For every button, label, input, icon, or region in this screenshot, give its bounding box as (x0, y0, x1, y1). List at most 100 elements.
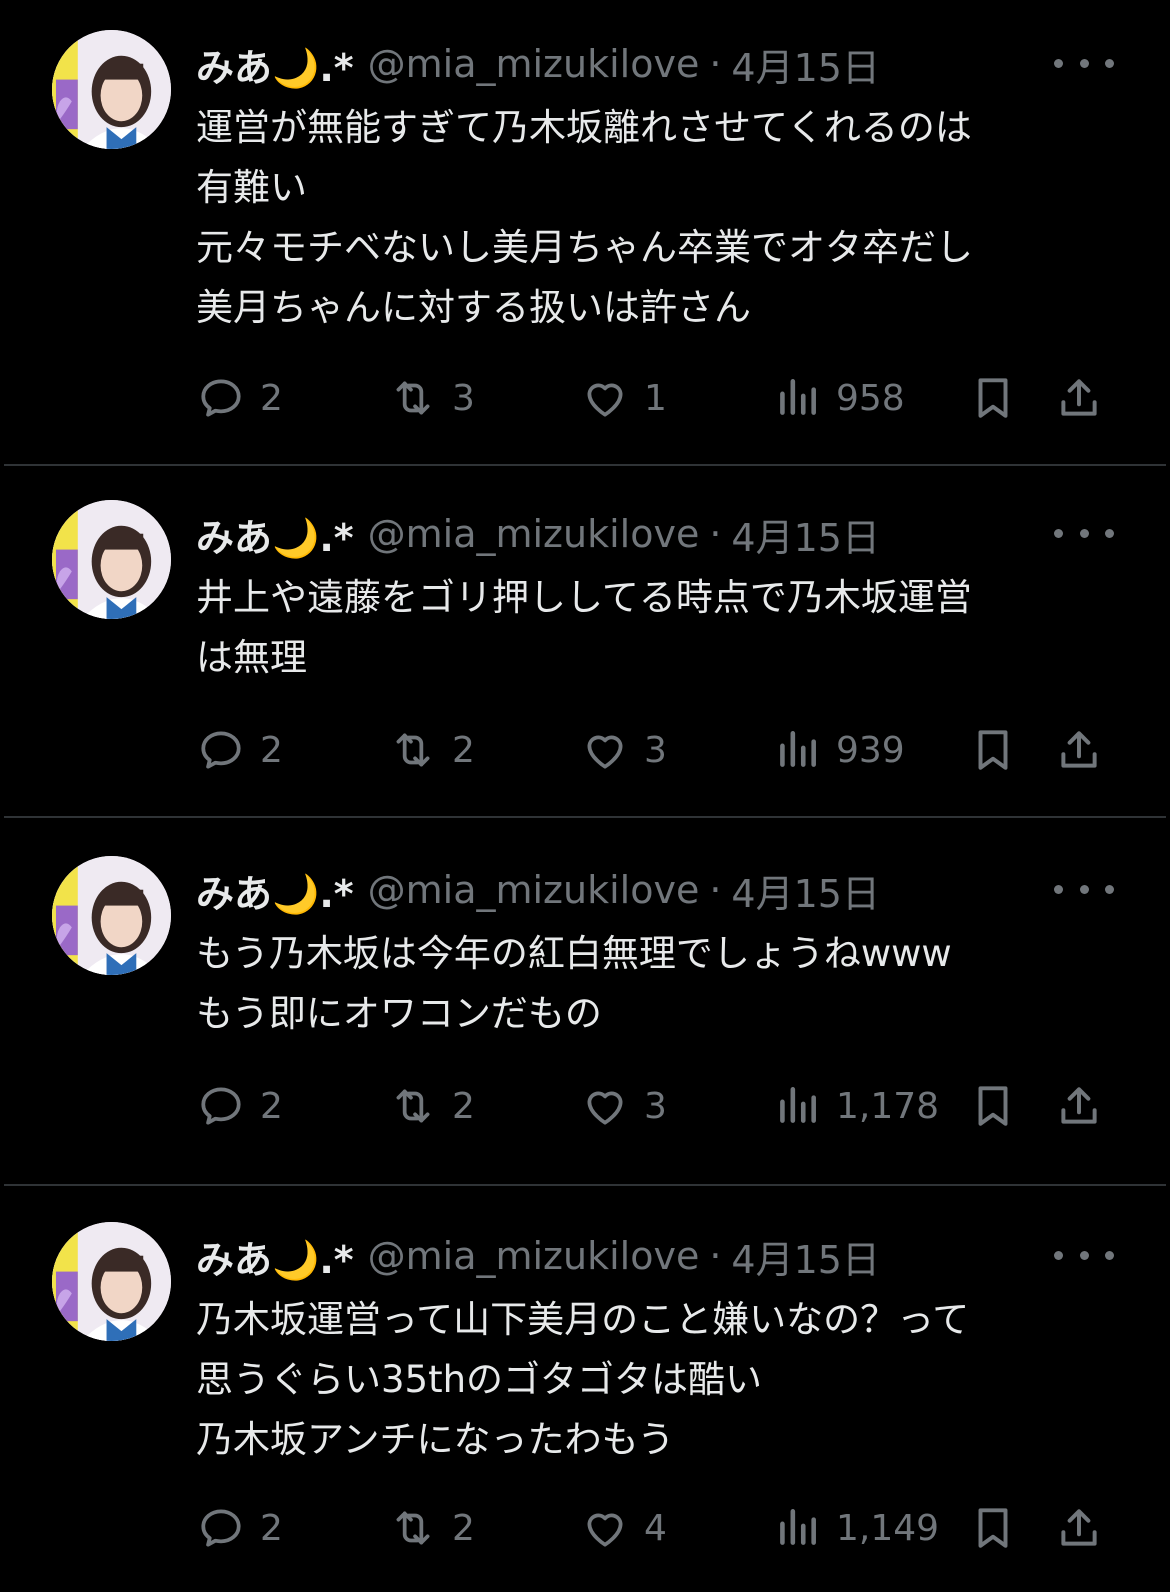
views-button[interactable]: 1,149 (772, 1498, 939, 1558)
user-handle[interactable]: @mia_mizukilove (368, 42, 700, 86)
bookmark-button[interactable] (968, 1498, 1018, 1558)
avatar[interactable] (52, 856, 171, 975)
share-button[interactable] (1054, 1498, 1104, 1558)
share-button[interactable] (1054, 368, 1104, 428)
action-bar: 2 2 4 1,149 (196, 1498, 1118, 1558)
action-bar: 2 3 1 958 (196, 368, 1118, 428)
tweet-header: みあ🌙.* @mia_mizukilove · 4月15日 (196, 1230, 1110, 1282)
tweet-text-line: 有難い (196, 166, 307, 209)
more-dots-icon[interactable] (1054, 518, 1114, 548)
tweet-text-line: もう乃木坂は今年の紅白無理でしょうねwww (196, 932, 952, 975)
like-count: 3 (644, 1085, 667, 1127)
reply-button[interactable]: 2 (196, 720, 283, 780)
action-bar: 2 2 3 1,178 (196, 1076, 1118, 1136)
share-upload-icon (1061, 1087, 1097, 1124)
user-handle[interactable]: @mia_mizukilove (368, 512, 700, 556)
tweet[interactable]: みあ🌙.* @mia_mizukilove · 4月15日 井上や遠藤をゴリ押し… (0, 500, 1170, 820)
like-count: 4 (644, 1507, 667, 1549)
like-button[interactable]: 3 (580, 1076, 667, 1136)
separator: · (709, 512, 722, 556)
avatar-image (52, 500, 171, 619)
heart-icon (587, 383, 623, 417)
bar-chart-icon (780, 1509, 816, 1545)
tweet-date[interactable]: 4月15日 (731, 1229, 880, 1284)
avatar[interactable] (52, 500, 171, 619)
more-dots-icon[interactable] (1054, 48, 1114, 78)
tweet-text: 井上や遠藤をゴリ押ししてる時点で乃木坂運営 は無理 (196, 568, 1136, 688)
more-dots-icon[interactable] (1054, 874, 1114, 904)
speech-bubble-icon (201, 731, 241, 769)
share-upload-icon (1061, 1509, 1097, 1546)
tweet[interactable]: みあ🌙.* @mia_mizukilove · 4月15日 運営が無能すぎて乃木… (0, 0, 1170, 466)
divider (4, 464, 1166, 466)
bookmark-button[interactable] (968, 1076, 1018, 1136)
separator: · (709, 868, 722, 912)
bookmark-icon (978, 378, 1008, 418)
heart-icon (587, 1513, 623, 1547)
reply-button[interactable]: 2 (196, 1498, 283, 1558)
reply-count: 2 (260, 1085, 283, 1127)
view-count: 1,149 (836, 1507, 940, 1549)
display-name[interactable]: みあ🌙.* (196, 37, 354, 92)
repost-button[interactable]: 3 (388, 368, 475, 428)
bar-chart-icon (780, 731, 816, 767)
tweet-text-line: 運営が無能すぎて乃木坂離れさせてくれるのは (196, 106, 972, 149)
speech-bubble-icon (201, 1509, 241, 1547)
heart-icon (587, 735, 623, 769)
repost-button[interactable]: 2 (388, 720, 475, 780)
display-name[interactable]: みあ🌙.* (196, 1229, 354, 1284)
tweet[interactable]: みあ🌙.* @mia_mizukilove · 4月15日 乃木坂運営って山下美… (0, 1222, 1170, 1592)
speech-bubble-icon (201, 1087, 241, 1125)
avatar[interactable] (52, 1222, 171, 1341)
avatar-image (52, 1222, 171, 1341)
bar-chart-icon (780, 1087, 816, 1123)
tweet-text-line: 美月ちゃんに対する扱いは許さん (196, 286, 751, 329)
tweet-header: みあ🌙.* @mia_mizukilove · 4月15日 (196, 864, 1110, 916)
tweet-text-line: 元々モチベないし美月ちゃん卒業でオタ卒だし (196, 226, 973, 269)
reply-button[interactable]: 2 (196, 1076, 283, 1136)
more-dots-icon[interactable] (1054, 1240, 1114, 1270)
bookmark-icon (978, 730, 1008, 770)
divider (4, 816, 1166, 818)
reply-button[interactable]: 2 (196, 368, 283, 428)
user-handle[interactable]: @mia_mizukilove (368, 868, 700, 912)
like-count: 1 (644, 377, 667, 419)
repost-button[interactable]: 2 (388, 1076, 475, 1136)
tweet[interactable]: みあ🌙.* @mia_mizukilove · 4月15日 もう乃木坂は今年の紅… (0, 856, 1170, 1186)
tweet-date[interactable]: 4月15日 (731, 37, 880, 92)
tweet-text-line: は無理 (196, 636, 307, 679)
tweet-text-line: 井上や遠藤をゴリ押ししてる時点で乃木坂運営 (196, 576, 972, 619)
like-button[interactable]: 3 (580, 720, 667, 780)
share-upload-icon (1061, 379, 1097, 416)
share-button[interactable] (1054, 720, 1104, 780)
repost-arrows-icon (396, 733, 430, 767)
tweet-text-line: 思うぐらい35thのゴタゴタは酷い (196, 1358, 763, 1401)
repost-count: 2 (452, 729, 475, 771)
divider (4, 1184, 1166, 1186)
user-handle[interactable]: @mia_mizukilove (368, 1234, 700, 1278)
repost-arrows-icon (396, 1511, 430, 1545)
views-button[interactable]: 958 (772, 368, 905, 428)
display-name[interactable]: みあ🌙.* (196, 863, 354, 918)
repost-button[interactable]: 2 (388, 1498, 475, 1558)
avatar-image (52, 30, 171, 149)
like-count: 3 (644, 729, 667, 771)
bookmark-button[interactable] (968, 720, 1018, 780)
like-button[interactable]: 4 (580, 1498, 667, 1558)
bookmark-button[interactable] (968, 368, 1018, 428)
views-button[interactable]: 939 (772, 720, 905, 780)
avatar-image (52, 856, 171, 975)
repost-count: 2 (452, 1507, 475, 1549)
tweet-date[interactable]: 4月15日 (731, 863, 880, 918)
avatar[interactable] (52, 30, 171, 149)
views-button[interactable]: 1,178 (772, 1076, 939, 1136)
tweet-date[interactable]: 4月15日 (731, 507, 880, 562)
tweet-text: 乃木坂運営って山下美月のこと嫌いなの？って 思うぐらい35thのゴタゴタは酷い … (196, 1290, 1136, 1470)
like-button[interactable]: 1 (580, 368, 667, 428)
reply-count: 2 (260, 377, 283, 419)
share-upload-icon (1061, 731, 1097, 768)
bookmark-icon (978, 1086, 1008, 1126)
display-name[interactable]: みあ🌙.* (196, 507, 354, 562)
share-button[interactable] (1054, 1076, 1104, 1136)
tweet-text: もう乃木坂は今年の紅白無理でしょうねwww もう即にオワコンだもの (196, 924, 1136, 1044)
